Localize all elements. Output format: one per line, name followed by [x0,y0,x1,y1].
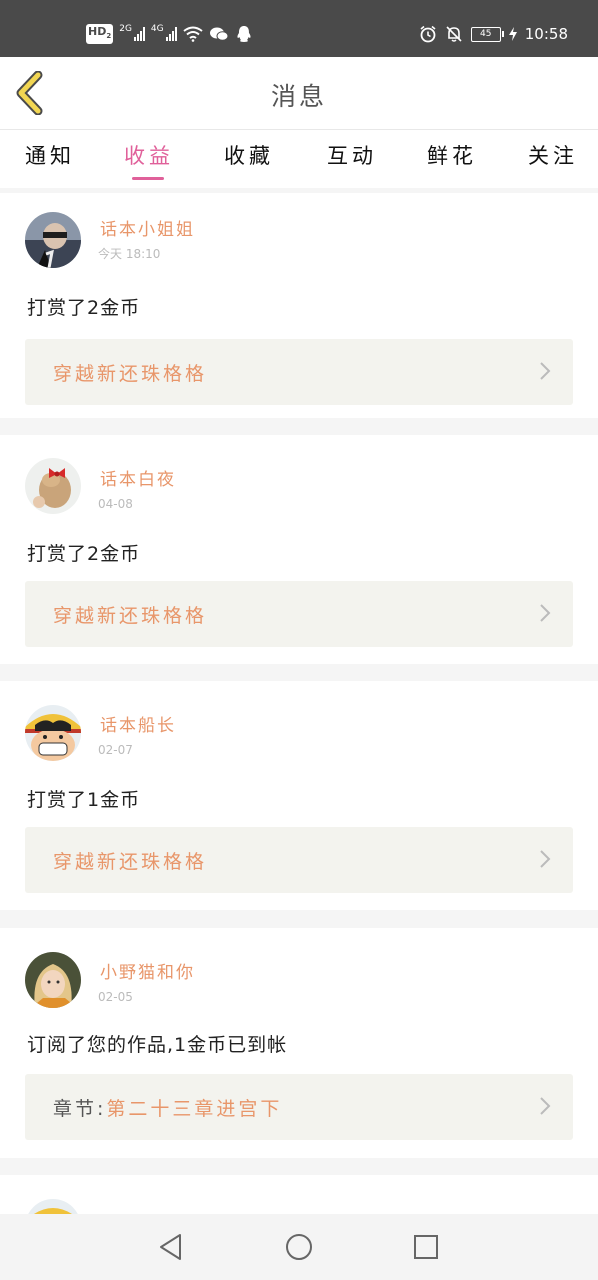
chevron-right-icon [540,1097,551,1115]
message-card [0,1175,598,1214]
page-title: 消息 [270,82,327,111]
message-text: 打赏了1金币 [27,789,141,811]
signal-icon [133,27,145,41]
status-bar: HD2 2G 4G 45 10:58 [0,0,598,57]
status-left: HD2 2G 4G [86,22,253,46]
app-header: 消息 [0,57,598,130]
message-card: 话本小姐姐 今天 18:10 打赏了2金币 穿越新还珠格格 [0,193,598,418]
avatar[interactable] [25,1199,81,1214]
work-link[interactable]: 穿越新还珠格格 [25,827,573,893]
tab-bar: 通知 收益 收藏 互动 鲜花 关注 [0,130,598,188]
chevron-right-icon [540,604,551,622]
work-link[interactable]: 穿越新还珠格格 [25,581,573,647]
recents-nav-icon[interactable] [411,1232,441,1262]
message-text: 订阅了您的作品,1金币已到帐 [27,1034,288,1056]
signal-icon [165,27,177,41]
sender-name[interactable]: 话本船长 [100,711,176,736]
message-date: 02-07 [98,743,133,757]
mute-icon [446,26,462,42]
avatar[interactable] [25,212,81,268]
network-4g-label: 4G [150,24,164,34]
message-date: 02-05 [98,990,133,1004]
sender-name[interactable]: 小野猫和你 [100,958,195,983]
message-date: 今天 18:10 [98,247,161,261]
alarm-icon [420,25,436,43]
tab-notifications[interactable]: 通知 [25,140,75,170]
tab-favorites[interactable]: 收藏 [224,140,274,170]
system-nav-bar [0,1214,598,1280]
work-link[interactable]: 章节:第二十三章进宫下 [25,1074,573,1140]
wechat-icon [209,27,229,41]
qq-icon [237,26,251,42]
active-tab-indicator [132,177,164,180]
hd-icon: HD2 [86,23,114,45]
message-date: 04-08 [98,497,133,511]
avatar[interactable] [25,705,81,761]
work-title: 穿越新还珠格格 [53,363,208,385]
chevron-right-icon [540,362,551,380]
work-title: 穿越新还珠格格 [53,605,208,627]
network-2g-label: 2G [119,24,132,34]
wifi-icon [183,26,203,42]
battery-icon: 45 [470,26,504,42]
charging-icon [508,27,517,41]
tab-interactions[interactable]: 互动 [327,140,377,170]
back-nav-icon[interactable] [156,1232,186,1262]
message-text: 打赏了2金币 [27,297,141,319]
status-right: 45 10:58 [419,22,568,46]
message-card: 小野猫和你 02-05 订阅了您的作品,1金币已到帐 章节:第二十三章进宫下 [0,928,598,1158]
message-card: 话本白夜 04-08 打赏了2金币 穿越新还珠格格 [0,435,598,664]
chevron-right-icon [540,850,551,868]
message-text: 打赏了2金币 [27,543,141,565]
clock: 10:58 [524,25,568,43]
work-label: 章节:第二十三章进宫下 [53,1094,282,1121]
sender-name[interactable]: 话本小姐姐 [100,215,195,240]
home-nav-icon[interactable] [284,1232,314,1262]
avatar[interactable] [25,952,81,1008]
tab-flowers[interactable]: 鲜花 [427,140,477,170]
tab-following[interactable]: 关注 [528,140,578,170]
avatar[interactable] [25,458,81,514]
tab-earnings[interactable]: 收益 [124,140,174,170]
message-card: 话本船长 02-07 打赏了1金币 穿越新还珠格格 [0,681,598,910]
chapter-prefix: 章节: [53,1098,107,1120]
chapter-title: 第二十三章进宫下 [106,1098,283,1120]
work-title: 穿越新还珠格格 [53,851,208,873]
work-link[interactable]: 穿越新还珠格格 [25,339,573,405]
sender-name[interactable]: 话本白夜 [100,465,176,490]
